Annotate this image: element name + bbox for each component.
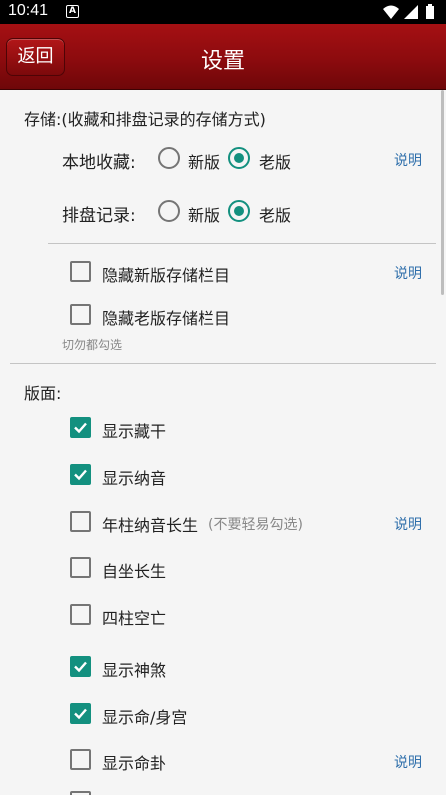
hide-new-info-link[interactable]: 说明 xyxy=(394,263,422,283)
show-minggong-label[interactable]: 显示命/身宫 xyxy=(102,704,187,728)
show-nayin-checkbox[interactable] xyxy=(70,464,91,485)
status-icons xyxy=(383,4,434,19)
check-icon xyxy=(74,422,87,434)
storage-warning: 切勿都勾选 xyxy=(62,338,123,352)
settings-content[interactable]: 存储:(收藏和排盘记录的存储方式) 本地收藏: 新版 老版 说明 排盘记录: 新… xyxy=(0,90,446,795)
status-time: 10:41 xyxy=(8,2,49,19)
check-icon xyxy=(74,469,87,481)
layout-section-label: 版面: xyxy=(24,384,62,403)
app-header: 返回 设置 xyxy=(0,24,446,90)
show-minggua-checkbox[interactable] xyxy=(70,749,91,770)
hide-old-checkbox[interactable] xyxy=(70,304,91,325)
wifi-icon xyxy=(383,5,399,19)
page-title: 设置 xyxy=(200,49,245,74)
records-option-old[interactable]: 老版 xyxy=(259,202,291,226)
show-canggan-label[interactable]: 显示藏干 xyxy=(102,418,166,442)
favorites-info-link[interactable]: 说明 xyxy=(394,150,422,170)
hide-old-label[interactable]: 隐藏老版存储栏目 xyxy=(102,305,230,329)
favorites-label: 本地收藏: xyxy=(62,153,136,173)
check-icon xyxy=(74,708,87,720)
zizuo-changsheng-label[interactable]: 自坐长生 xyxy=(102,558,166,582)
check-icon xyxy=(74,661,87,673)
status-bar: 10:41 A xyxy=(0,0,446,24)
show-minggua-label[interactable]: 显示命卦 xyxy=(102,750,166,774)
signal-icon xyxy=(404,5,418,19)
show-shensha-label[interactable]: 显示神煞 xyxy=(102,657,166,681)
show-shensha-checkbox[interactable] xyxy=(70,656,91,677)
year-nayin-changsheng-note: (不要轻易勾选) xyxy=(208,517,303,533)
hide-new-checkbox[interactable] xyxy=(70,261,91,282)
hide-new-label[interactable]: 隐藏新版存储栏目 xyxy=(102,262,230,286)
favorites-option-old[interactable]: 老版 xyxy=(259,149,291,173)
sizhu-kongwang-label[interactable]: 四柱空亡 xyxy=(102,605,166,629)
battery-icon xyxy=(426,4,434,19)
scrollbar[interactable] xyxy=(441,90,444,295)
favorites-option-new[interactable]: 新版 xyxy=(188,149,220,173)
year-nayin-changsheng-checkbox[interactable] xyxy=(70,511,91,532)
year-nayin-changsheng-info-link[interactable]: 说明 xyxy=(394,514,422,534)
favorites-radio-old[interactable] xyxy=(228,147,250,169)
zizuo-changsheng-checkbox[interactable] xyxy=(70,557,91,578)
records-radio-new[interactable] xyxy=(158,200,180,222)
records-option-new[interactable]: 新版 xyxy=(188,202,220,226)
show-nayin-label[interactable]: 显示纳音 xyxy=(102,465,166,489)
records-radio-old[interactable] xyxy=(228,200,250,222)
next-item-checkbox[interactable] xyxy=(70,791,91,795)
show-minggua-info-link[interactable]: 说明 xyxy=(394,752,422,772)
records-label: 排盘记录: xyxy=(62,206,136,226)
show-canggan-checkbox[interactable] xyxy=(70,417,91,438)
sizhu-kongwang-checkbox[interactable] xyxy=(70,604,91,625)
year-nayin-changsheng-label[interactable]: 年柱纳音长生 xyxy=(102,512,198,536)
show-minggong-checkbox[interactable] xyxy=(70,703,91,724)
divider xyxy=(48,243,436,244)
storage-section-label: 存储:(收藏和排盘记录的存储方式) xyxy=(24,110,266,129)
divider xyxy=(10,363,436,364)
notification-icon: A xyxy=(66,5,79,18)
favorites-radio-new[interactable] xyxy=(158,147,180,169)
